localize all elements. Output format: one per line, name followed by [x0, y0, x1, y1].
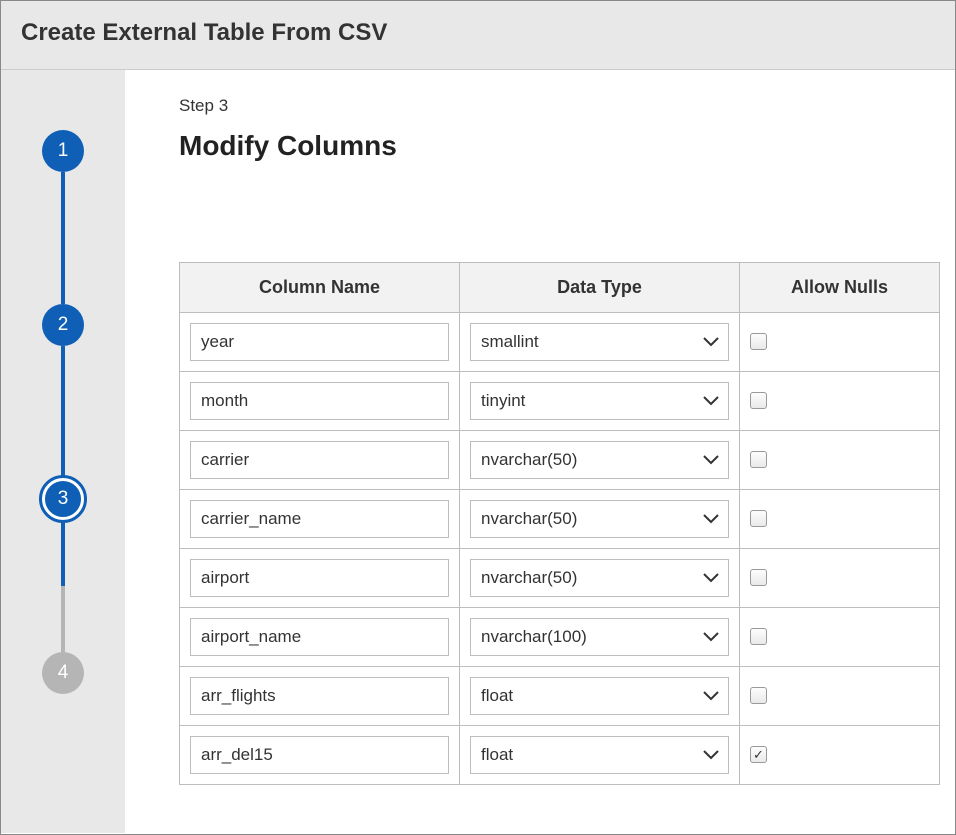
table-row: [180, 549, 940, 608]
table-row: [180, 608, 940, 667]
step-indicator-3[interactable]: 3: [42, 478, 84, 520]
data-type-select[interactable]: [470, 736, 729, 774]
allow-nulls-checkbox[interactable]: [750, 569, 767, 586]
allow-nulls-checkbox[interactable]: [750, 746, 767, 763]
page-title: Modify Columns: [179, 130, 955, 162]
step-connector: [61, 172, 65, 304]
data-type-select[interactable]: [470, 382, 729, 420]
step-indicator-2[interactable]: 2: [42, 304, 84, 346]
data-type-select[interactable]: [470, 559, 729, 597]
content-area: 1 2 3 4 Step 3 Modify Columns Column Name D…: [1, 70, 955, 833]
allow-nulls-checkbox[interactable]: [750, 510, 767, 527]
column-name-input[interactable]: [190, 382, 449, 420]
col-header-type: Data Type: [460, 263, 740, 313]
wizard-stepper: 1 2 3 4: [1, 70, 125, 833]
step-indicator-4[interactable]: 4: [42, 652, 84, 694]
table-row: [180, 313, 940, 372]
column-name-input[interactable]: [190, 441, 449, 479]
table-row: [180, 431, 940, 490]
data-type-select[interactable]: [470, 677, 729, 715]
allow-nulls-checkbox[interactable]: [750, 333, 767, 350]
step-indicator-1[interactable]: 1: [42, 130, 84, 172]
col-header-name: Column Name: [180, 263, 460, 313]
table-row: [180, 667, 940, 726]
column-name-input[interactable]: [190, 559, 449, 597]
column-name-input[interactable]: [190, 618, 449, 656]
columns-table: Column Name Data Type Allow Nulls: [179, 262, 940, 785]
column-name-input[interactable]: [190, 736, 449, 774]
allow-nulls-checkbox[interactable]: [750, 451, 767, 468]
columns-tbody: [180, 313, 940, 785]
data-type-select[interactable]: [470, 500, 729, 538]
step-connector: [61, 520, 65, 652]
column-name-input[interactable]: [190, 323, 449, 361]
dialog-header: Create External Table From CSV: [1, 1, 955, 70]
data-type-select[interactable]: [470, 441, 729, 479]
data-type-select[interactable]: [470, 618, 729, 656]
data-type-select[interactable]: [470, 323, 729, 361]
table-row: [180, 490, 940, 549]
step-label: Step 3: [179, 96, 955, 116]
main-panel: Step 3 Modify Columns Column Name Data T…: [125, 70, 955, 833]
step-connector: [61, 346, 65, 478]
allow-nulls-checkbox[interactable]: [750, 628, 767, 645]
table-row: [180, 726, 940, 785]
allow-nulls-checkbox[interactable]: [750, 392, 767, 409]
allow-nulls-checkbox[interactable]: [750, 687, 767, 704]
dialog-title: Create External Table From CSV: [21, 19, 935, 47]
column-name-input[interactable]: [190, 500, 449, 538]
column-name-input[interactable]: [190, 677, 449, 715]
col-header-nulls: Allow Nulls: [740, 263, 940, 313]
table-row: [180, 372, 940, 431]
